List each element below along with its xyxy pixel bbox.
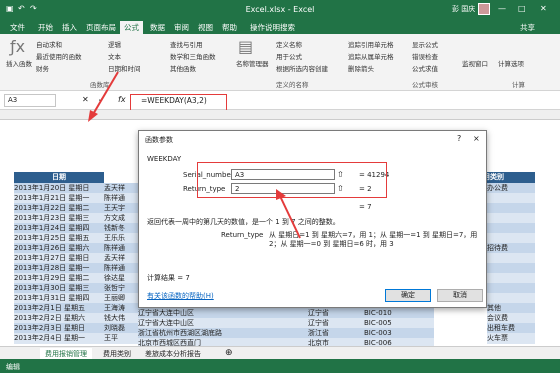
arrow-to-date-button — [91, 71, 119, 117]
arrowhead — [88, 110, 98, 122]
annotation-arrows — [88, 71, 301, 239]
arrow-to-arguments — [279, 195, 301, 239]
